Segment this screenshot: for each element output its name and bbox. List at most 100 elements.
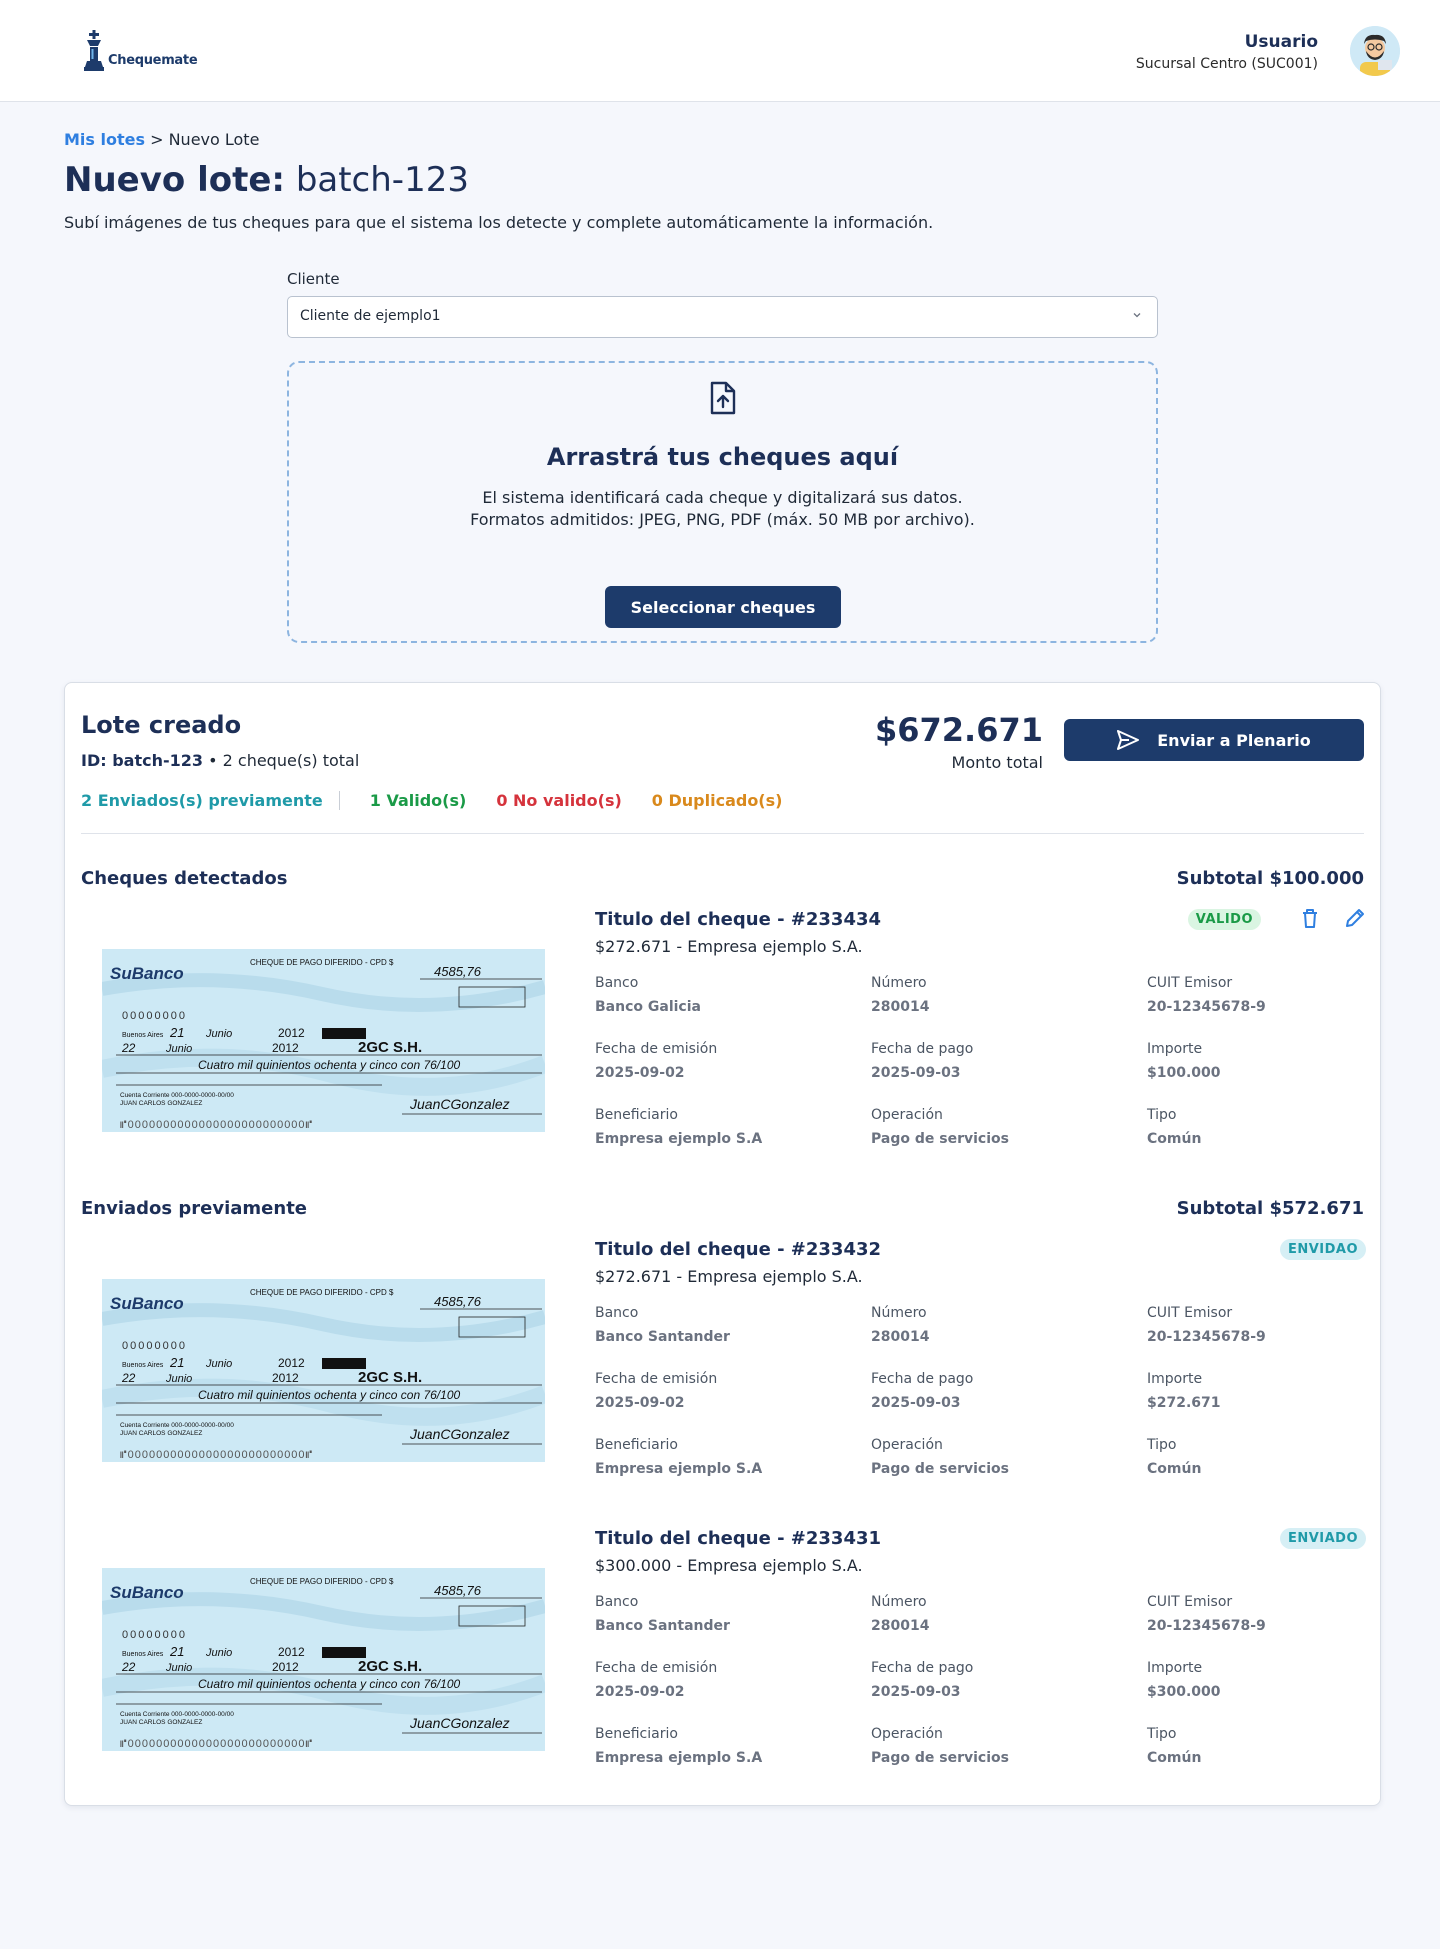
cheque-details: Banco Banco Galicia Número 280014 CUIT Emi…: [595, 975, 1375, 1153]
field-value: Común: [1147, 1131, 1202, 1147]
section-subtotal-detected: Subtotal $100.000: [1176, 868, 1364, 889]
field-label: Banco: [595, 975, 639, 991]
field-value: 20-12345678-9: [1147, 1329, 1266, 1345]
field-value: Pago de servicios: [871, 1131, 1009, 1147]
cheque-payee: 2GC S.H.: [358, 1658, 422, 1675]
breadcrumb-separator: >: [145, 130, 169, 149]
dropzone-title: Arrastrá tus cheques aquí: [546, 443, 899, 471]
cheque-bank-name: SuBanco: [110, 1583, 184, 1602]
send-to-plenario-button[interactable]: Enviar a Plenario: [1064, 719, 1364, 761]
cheque-header: CHEQUE DE PAGO DIFERIDO - CPD $: [250, 958, 394, 967]
cheque-serial: 00000000: [122, 1340, 187, 1352]
cheque-year1: 2012: [278, 1356, 305, 1370]
field-value: Pago de servicios: [871, 1750, 1009, 1766]
send-icon: [1117, 730, 1140, 750]
field-cuit: CUIT Emisor 20-12345678-9: [1147, 1305, 1375, 1351]
field-label: Beneficiario: [595, 1107, 678, 1123]
cheque-signature: JuanCGonzalez: [409, 1096, 510, 1112]
dropzone-line-1: El sistema identificará cada cheque y di…: [482, 488, 963, 507]
stat-invalid[interactable]: 0 No valido(s): [496, 791, 621, 810]
field-bank: Banco Banco Galicia: [595, 975, 871, 1021]
field-label: Banco: [595, 1594, 639, 1610]
cheque-day1: 21: [169, 1355, 184, 1370]
field-pay-date: Fecha de pago 2025-09-03: [871, 1660, 1147, 1706]
client-select[interactable]: Cliente de ejemplo1: [287, 296, 1158, 338]
page-description: Subí imágenes de tus cheques para que el…: [64, 213, 934, 232]
cheque-payee: 2GC S.H.: [358, 1039, 422, 1056]
stat-sent[interactable]: 2 Enviados(s) previamente: [81, 791, 340, 810]
cheque-image[interactable]: SuBanco CHEQUE DE PAGO DIFERIDO - CPD $ …: [102, 1568, 545, 1751]
batch-total-label: Monto total: [951, 753, 1043, 772]
section-title-detected: Cheques detectados: [81, 868, 288, 889]
avatar[interactable]: [1350, 26, 1400, 76]
stat-valid[interactable]: 1 Valido(s): [370, 791, 467, 810]
field-value: 2025-09-02: [595, 1065, 685, 1081]
field-value: 280014: [871, 1618, 930, 1634]
cheque-micr: ⑈0000000000000000000000000⑈: [120, 1449, 313, 1461]
batch-id: ID: batch-123 • 2 cheque(s) total: [81, 751, 359, 770]
stat-duplicated[interactable]: 0 Duplicado(s): [652, 791, 783, 810]
field-label: Operación: [871, 1107, 943, 1123]
dropzone-line-2: Formatos admitidos: JPEG, PNG, PDF (máx.…: [470, 510, 975, 529]
file-dropzone[interactable]: Arrastrá tus cheques aquí El sistema ide…: [287, 361, 1158, 643]
cheque-city: Buenos Aires: [122, 1032, 164, 1039]
cheque-year1: 2012: [278, 1026, 305, 1040]
cheque-subtitle: $300.000 - Empresa ejemplo S.A.: [595, 1556, 863, 1575]
batch-id-label: ID: batch-123: [81, 751, 204, 770]
trash-icon[interactable]: [1300, 907, 1320, 929]
section-subtotal-sent: Subtotal $572.671: [1176, 1198, 1364, 1219]
edit-pencil-icon[interactable]: [1344, 907, 1366, 929]
cheque-year2: 2012: [272, 1660, 299, 1674]
breadcrumb: Mis lotes > Nuevo Lote: [64, 130, 259, 149]
cheque-image[interactable]: SuBanco CHEQUE DE PAGO DIFERIDO - CPD $ …: [102, 949, 545, 1132]
field-label: Fecha de emisión: [595, 1041, 718, 1057]
cheque-image[interactable]: SuBanco CHEQUE DE PAGO DIFERIDO - CPD $ …: [102, 1279, 545, 1462]
field-value: $100.000: [1147, 1065, 1221, 1081]
field-value: 280014: [871, 999, 930, 1015]
field-operation: Operación Pago de servicios: [871, 1726, 1147, 1772]
field-label: CUIT Emisor: [1147, 1305, 1233, 1321]
field-number: Número 280014: [871, 975, 1147, 1021]
field-label: Fecha de emisión: [595, 1660, 718, 1676]
cheque-actions: [1300, 907, 1366, 929]
cheque-year2: 2012: [272, 1371, 299, 1385]
field-beneficiary: Beneficiario Empresa ejemplo S.A: [595, 1437, 871, 1483]
field-value: Empresa ejemplo S.A: [595, 1750, 763, 1766]
batch-card: Lote creado ID: batch-123 • 2 cheque(s) …: [64, 682, 1381, 1806]
select-cheques-button[interactable]: Seleccionar cheques: [605, 586, 841, 628]
field-value: 280014: [871, 1329, 930, 1345]
field-number: Número 280014: [871, 1305, 1147, 1351]
field-value: Banco Galicia: [595, 999, 701, 1015]
user-info[interactable]: Usuario Sucursal Centro (SUC001): [1136, 32, 1318, 72]
field-label: Beneficiario: [595, 1437, 678, 1453]
divider: [81, 833, 1364, 834]
field-value: 20-12345678-9: [1147, 999, 1266, 1015]
status-badge: ENVIADO: [1279, 1528, 1366, 1549]
field-operation: Operación Pago de servicios: [871, 1107, 1147, 1153]
page-title-id: batch-123: [295, 160, 469, 200]
cheque-month2: Junio: [165, 1662, 192, 1674]
cheque-year2: 2012: [272, 1041, 299, 1055]
cheque-account: Cuenta Corriente 000-0000-0000-00/00: [120, 1711, 234, 1718]
cheque-city: Buenos Aires: [122, 1362, 164, 1369]
cheque-bank-name: SuBanco: [110, 1294, 184, 1313]
field-label: Tipo: [1147, 1107, 1177, 1123]
user-avatar-icon: [1350, 26, 1400, 76]
field-label: Número: [871, 1305, 927, 1321]
cheque-amount-words: Cuatro mil quinientos ochenta y cinco co…: [198, 1058, 460, 1072]
cheque-holder: JUAN CARLOS GONZALEZ: [120, 1430, 202, 1437]
cheque-subtitle: $272.671 - Empresa ejemplo S.A.: [595, 937, 863, 956]
batch-total-amount: $672.671: [874, 711, 1043, 749]
logo-text: Chequemate: [108, 53, 198, 68]
field-value: 2025-09-03: [871, 1395, 961, 1411]
page-title: Nuevo lote: batch-123: [64, 160, 469, 200]
app-logo[interactable]: Chequemate: [82, 30, 198, 72]
field-issue-date: Fecha de emisión 2025-09-02: [595, 1371, 871, 1417]
cheque-month1: Junio: [205, 1647, 232, 1659]
cheque-subtitle: $272.671 - Empresa ejemplo S.A.: [595, 1267, 863, 1286]
cheque-amount: 4585,76: [434, 964, 482, 979]
field-label: Fecha de emisión: [595, 1371, 718, 1387]
breadcrumb-mis-lotes-link[interactable]: Mis lotes: [64, 130, 145, 149]
field-label: Tipo: [1147, 1437, 1177, 1453]
cheque-year1: 2012: [278, 1645, 305, 1659]
